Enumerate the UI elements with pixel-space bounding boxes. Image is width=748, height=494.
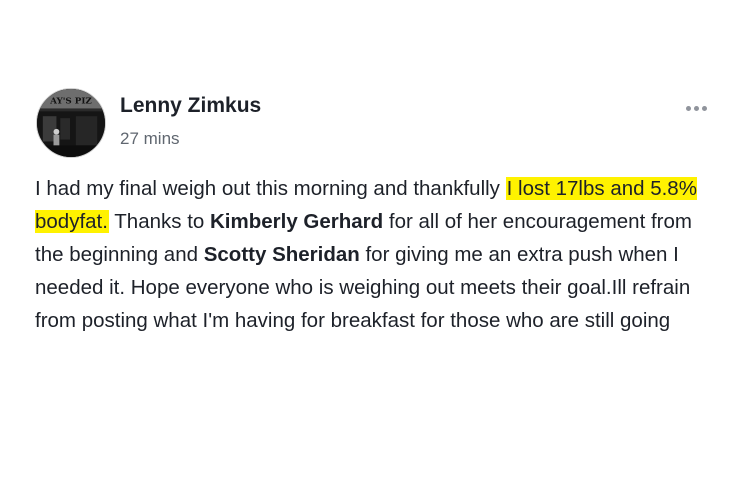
post-text-segment: Thanks to — [108, 210, 210, 233]
post-text: I had my final weigh out this morning an… — [35, 172, 715, 337]
ellipsis-icon — [685, 105, 691, 111]
mention-kimberly-gerhard[interactable]: Kimberly Gerhard — [210, 210, 383, 233]
post-timestamp[interactable]: 27 mins — [120, 128, 180, 150]
author-name[interactable]: Lenny Zimkus — [120, 93, 261, 119]
author-avatar[interactable]: AY'S PIZ — [36, 88, 106, 158]
more-options-button[interactable] — [678, 98, 714, 118]
post-text-segment: I had my final weigh out this morning an… — [35, 177, 506, 200]
mention-scotty-sheridan[interactable]: Scotty Sheridan — [204, 243, 360, 266]
profile-photo-icon: AY'S PIZ — [37, 89, 105, 157]
post-card: AY'S PIZ Lenny Zimkus 27 mins I had my f… — [0, 0, 748, 494]
ellipsis-icon — [693, 105, 699, 111]
avatar-sign-text: AY'S PIZ — [49, 97, 92, 107]
ellipsis-icon — [701, 105, 707, 111]
